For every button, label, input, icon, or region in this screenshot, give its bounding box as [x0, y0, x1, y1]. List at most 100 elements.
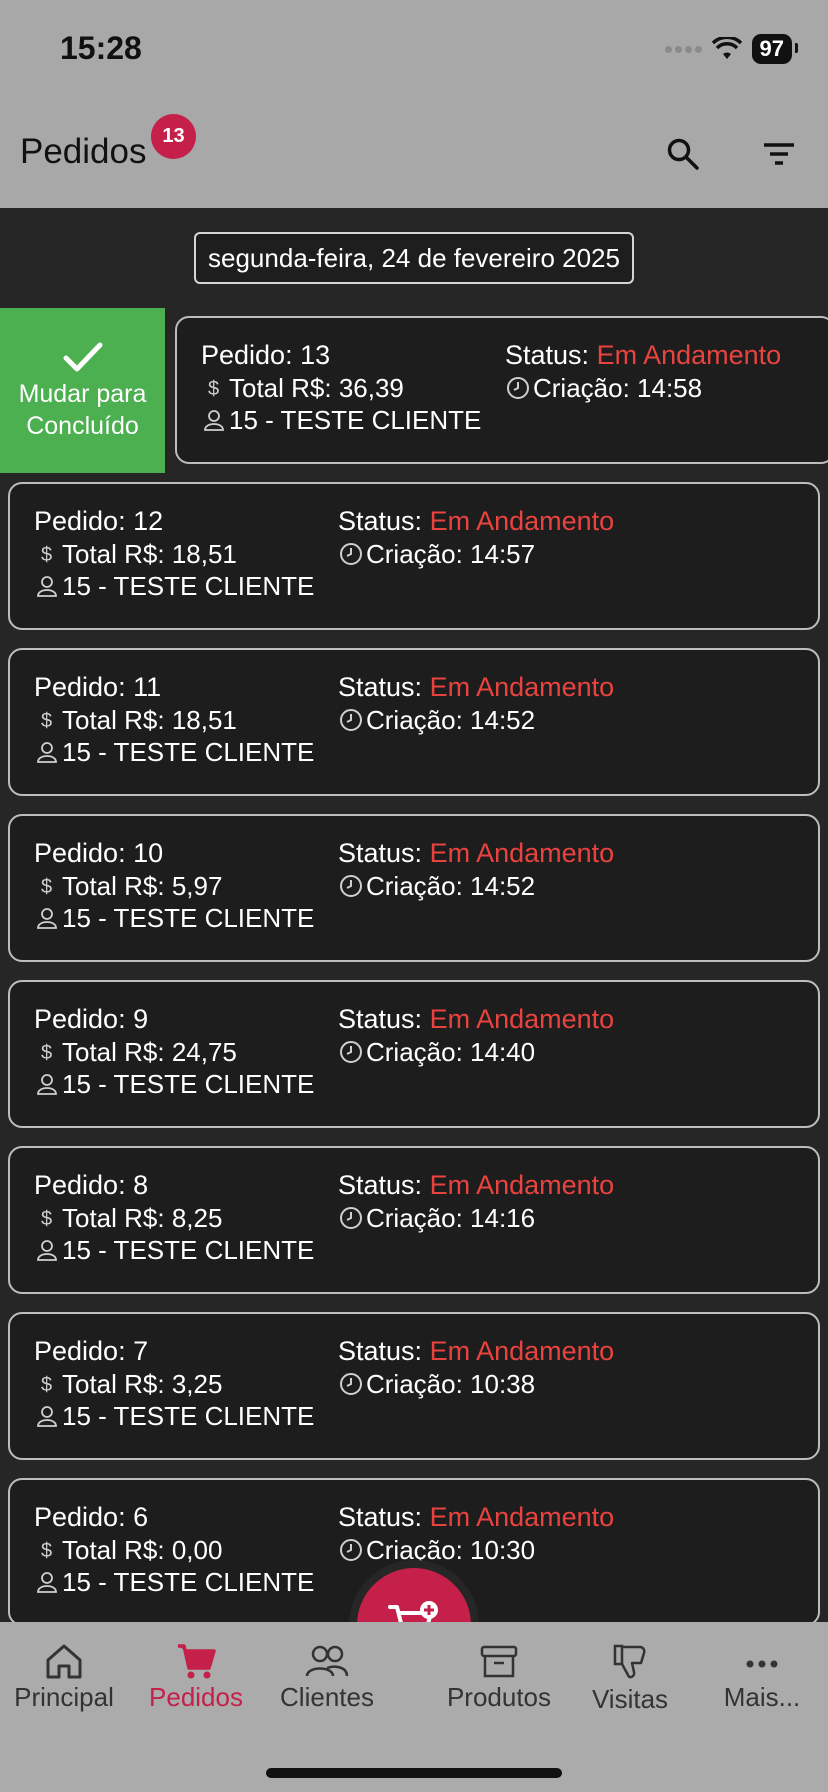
order-created: Criação: 14:58 [533, 373, 703, 403]
home-indicator [266, 1768, 562, 1778]
order-card[interactable]: Pedido: 11 $ Total R$: 18,51 15 - TESTE CLI… [8, 648, 820, 796]
order-client: 15 - TESTE CLIENTE [62, 903, 315, 933]
order-total-row: $ Total R$: 0,00 [34, 1534, 314, 1566]
nav-label-visitas: Visitas [591, 1684, 669, 1714]
date-selector[interactable]: segunda-feira, 24 de fevereiro 2025 [194, 232, 634, 284]
page-title: Pedidos [20, 132, 147, 171]
order-created: Criação: 14:40 [366, 1037, 536, 1067]
order-created-row: Criação: 14:16 [338, 1202, 614, 1234]
order-status-row: Status: Em Andamento [338, 1168, 614, 1202]
order-status: Em Andamento [429, 1170, 615, 1200]
order-card[interactable]: Pedido: 8 $ Total R$: 8,25 15 - TESTE CLIEN… [8, 1146, 820, 1294]
archive-icon [480, 1645, 518, 1678]
order-total: Total R$: 24,75 [62, 1037, 237, 1067]
order-client: 15 - TESTE CLIENTE [62, 1069, 315, 1099]
order-number: Pedido: 8 [34, 1170, 149, 1200]
order-card[interactable]: Pedido: 9 $ Total R$: 24,75 15 - TESTE CLIE… [8, 980, 820, 1128]
order-total-row: $ Total R$: 5,97 [34, 870, 314, 902]
order-number: Pedido: 13 [201, 340, 331, 370]
user-icon [34, 1239, 60, 1261]
order-created-row: Criação: 14:52 [338, 870, 614, 902]
order-left-column: Pedido: 6 $ Total R$: 0,00 15 - TESTE CLIEN… [34, 1500, 314, 1598]
home-icon [46, 1644, 82, 1679]
search-button[interactable] [659, 130, 707, 178]
order-client-row: 15 - TESTE CLIENTE [201, 404, 481, 436]
order-client: 15 - TESTE CLIENTE [62, 1401, 315, 1431]
order-status: Em Andamento [429, 506, 615, 536]
thumb-down-icon [613, 1644, 646, 1679]
order-status-label: Status: [338, 1004, 423, 1034]
dollar-icon: $ [34, 1207, 60, 1229]
order-status-row: Status: Em Andamento [505, 338, 781, 372]
order-status-label: Status: [338, 672, 423, 702]
order-client: 15 - TESTE CLIENTE [62, 1567, 315, 1597]
order-status-label: Status: [338, 838, 423, 868]
dollar-icon: $ [34, 1539, 60, 1561]
order-client: 15 - TESTE CLIENTE [62, 571, 315, 601]
order-created: Criação: 14:57 [366, 539, 536, 569]
svg-text:$: $ [41, 876, 52, 897]
order-client-row: 15 - TESTE CLIENTE [34, 1566, 314, 1598]
dollar-icon: $ [34, 709, 60, 731]
order-total: Total R$: 8,25 [62, 1203, 223, 1233]
clock-icon [338, 542, 364, 566]
clock-icon [338, 874, 364, 898]
order-total-row: $ Total R$: 8,25 [34, 1202, 314, 1234]
order-client-row: 15 - TESTE CLIENTE [34, 570, 314, 602]
order-right-column: Status: Em Andamento Criação: 14:52 [338, 670, 614, 736]
user-icon [34, 1405, 60, 1427]
order-client-row: 15 - TESTE CLIENTE [34, 1068, 314, 1100]
order-created: Criação: 14:52 [366, 871, 536, 901]
nav-label-mais: Mais... [723, 1682, 801, 1712]
order-left-column: Pedido: 8 $ Total R$: 8,25 15 - TESTE CLIEN… [34, 1168, 314, 1266]
dollar-icon: $ [34, 875, 60, 897]
wifi-icon [711, 37, 742, 59]
cart-icon [178, 1644, 216, 1679]
nav-label-pedidos: Pedidos [149, 1682, 243, 1712]
order-number: Pedido: 10 [34, 838, 164, 868]
order-status: Em Andamento [429, 1004, 615, 1034]
filter-button[interactable] [755, 130, 803, 178]
nav-item-produtos[interactable]: Produtos [434, 1642, 564, 1713]
nav-label-principal: Principal [14, 1682, 114, 1712]
nav-item-mais[interactable]: Mais... [697, 1642, 827, 1713]
cellular-signal-icon [664, 45, 702, 53]
more-icon [746, 1660, 778, 1668]
check-icon [63, 342, 102, 371]
nav-label-clientes: Clientes [280, 1682, 374, 1712]
nav-item-visitas[interactable]: Visitas [565, 1642, 695, 1715]
order-right-column: Status: Em Andamento Criação: 14:40 [338, 1002, 614, 1068]
order-left-column: Pedido: 10 $ Total R$: 5,97 15 - TESTE CLIE… [34, 836, 314, 934]
clock-icon [338, 1372, 364, 1396]
order-card[interactable]: Pedido: 12 $ Total R$: 18,51 15 - TESTE CLI… [8, 482, 820, 630]
mark-completed-action[interactable]: Mudar para Concluído [0, 308, 165, 473]
order-total-row: $ Total R$: 36,39 [201, 372, 481, 404]
nav-label-produtos: Produtos [446, 1682, 552, 1712]
order-client: 15 - TESTE CLIENTE [62, 1235, 315, 1265]
svg-text:$: $ [41, 710, 52, 731]
order-card[interactable]: Pedido: 7 $ Total R$: 3,25 15 - TESTE CLIEN… [8, 1312, 820, 1460]
order-client-row: 15 - TESTE CLIENTE [34, 1234, 314, 1266]
nav-item-principal[interactable]: Principal [0, 1642, 129, 1713]
nav-item-pedidos[interactable]: Pedidos [131, 1642, 261, 1713]
svg-text:$: $ [41, 544, 52, 565]
search-icon [667, 138, 699, 170]
user-icon [34, 575, 60, 597]
order-right-column: Status: Em Andamento Criação: 10:30 [338, 1500, 614, 1566]
svg-text:$: $ [41, 1540, 52, 1561]
nav-item-clientes[interactable]: Clientes [262, 1642, 392, 1713]
clock-icon [338, 708, 364, 732]
filter-icon [764, 143, 794, 165]
order-total-row: $ Total R$: 18,51 [34, 538, 314, 570]
order-status: Em Andamento [596, 340, 782, 370]
order-total: Total R$: 0,00 [62, 1535, 223, 1565]
svg-text:$: $ [208, 378, 219, 399]
order-created-row: Criação: 14:40 [338, 1036, 614, 1068]
order-card[interactable]: Pedido: 10 $ Total R$: 5,97 15 - TESTE CLIE… [8, 814, 820, 962]
order-client: 15 - TESTE CLIENTE [229, 405, 482, 435]
order-card[interactable]: Pedido: 13 $ Total R$: 36,39 15 - TESTE CLI… [175, 316, 828, 464]
order-status-row: Status: Em Andamento [338, 836, 614, 870]
users-icon [305, 1645, 349, 1677]
order-left-column: Pedido: 11 $ Total R$: 18,51 15 - TESTE CLI… [34, 670, 314, 768]
order-number: Pedido: 6 [34, 1502, 149, 1532]
